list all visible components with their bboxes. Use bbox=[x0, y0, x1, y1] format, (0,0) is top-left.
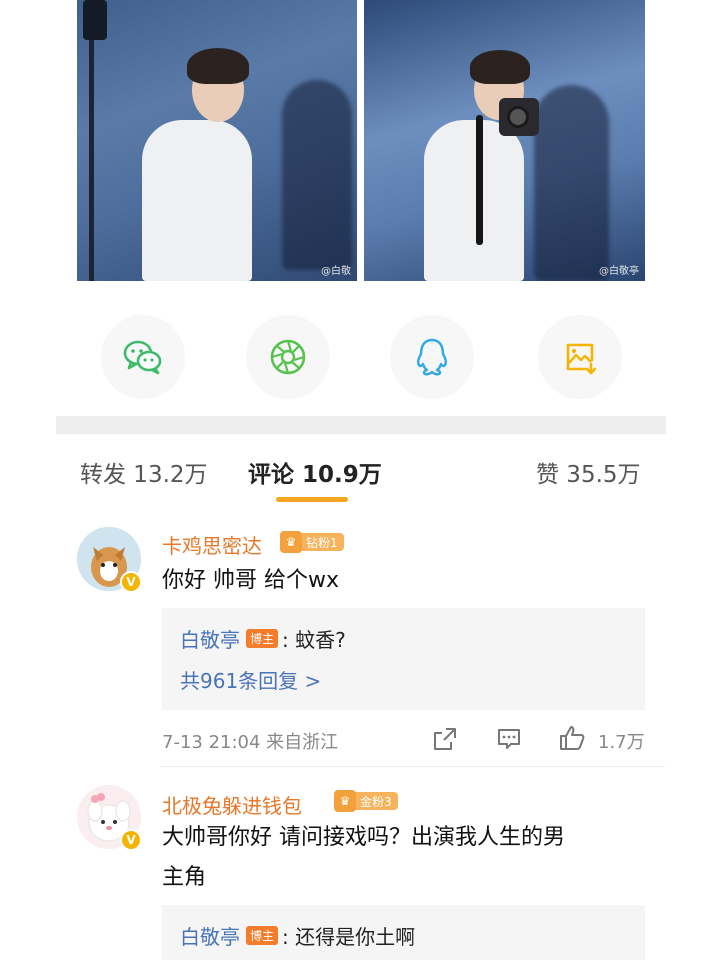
save-image-button[interactable] bbox=[538, 315, 622, 399]
share-moments-button[interactable] bbox=[246, 315, 330, 399]
fan-level-badge: ♛ 钻粉1 bbox=[280, 531, 344, 553]
tab-likes[interactable]: 赞 35.5万 bbox=[536, 455, 641, 489]
thumbs-up-icon bbox=[560, 726, 585, 750]
reply-author[interactable]: 白敬亭 bbox=[180, 921, 240, 950]
reply-comment-button[interactable] bbox=[496, 726, 522, 752]
reply-text: : 还得是你土啊 bbox=[282, 925, 416, 949]
reply-text: : 蚊香? bbox=[282, 628, 346, 652]
light-stand bbox=[89, 0, 94, 281]
comment-separator bbox=[160, 766, 665, 767]
comment-text-line-2: 主角 bbox=[162, 865, 207, 890]
comment-username[interactable]: 卡鸡思密达 bbox=[162, 530, 262, 559]
comment-timestamp: 7-13 21:04 来自浙江 bbox=[162, 732, 339, 753]
verified-badge-icon: V bbox=[120, 571, 142, 593]
crown-icon: ♛ bbox=[334, 790, 356, 812]
crown-icon: ♛ bbox=[280, 531, 302, 553]
reply-preview[interactable]: 白敬亭 博主 : 蚊香? 共961条回复 > bbox=[162, 608, 645, 710]
author-badge: 博主 bbox=[246, 629, 279, 648]
camera bbox=[499, 98, 539, 136]
comment-icon bbox=[498, 729, 520, 749]
reply-preview[interactable]: 白敬亭 博主 : 还得是你土啊 bbox=[162, 905, 645, 960]
tab-comments[interactable]: 评论 10.9万 bbox=[248, 455, 382, 489]
wechat-icon bbox=[123, 340, 162, 375]
tab-repost[interactable]: 转发 13.2万 bbox=[80, 455, 208, 489]
section-divider bbox=[56, 416, 666, 434]
moments-icon bbox=[270, 339, 306, 375]
qq-icon bbox=[417, 338, 447, 376]
share-comment-button[interactable] bbox=[432, 726, 458, 752]
post-photo-1[interactable]: @白敬 bbox=[77, 0, 357, 281]
share-qq-button[interactable] bbox=[390, 315, 474, 399]
comment-text: 你好 帅哥 给个wx bbox=[162, 568, 339, 593]
share-icon bbox=[434, 728, 456, 750]
photo-watermark: @白敬 bbox=[321, 266, 351, 277]
reply-author[interactable]: 白敬亭 bbox=[180, 624, 240, 653]
verified-badge-icon: V bbox=[120, 829, 142, 851]
save-image-icon bbox=[566, 343, 597, 375]
photo-watermark: @白敬亭 bbox=[599, 266, 639, 277]
post-photo-2[interactable]: @白敬亭 bbox=[364, 0, 645, 281]
author-badge: 博主 bbox=[246, 926, 279, 945]
view-all-replies-link[interactable]: 共961条回复 > bbox=[180, 665, 321, 694]
comment-text-line-1: 大帅哥你好 请问接戏吗？出演我人生的男 bbox=[162, 825, 565, 850]
active-tab-indicator bbox=[276, 497, 348, 502]
like-comment-button[interactable] bbox=[558, 724, 586, 752]
like-count: 1.7万 bbox=[598, 732, 645, 753]
fan-level-badge: ♛ 金粉3 bbox=[334, 790, 398, 812]
share-wechat-button[interactable] bbox=[101, 315, 185, 399]
comment-username[interactable]: 北极兔躲进钱包 bbox=[162, 790, 302, 819]
